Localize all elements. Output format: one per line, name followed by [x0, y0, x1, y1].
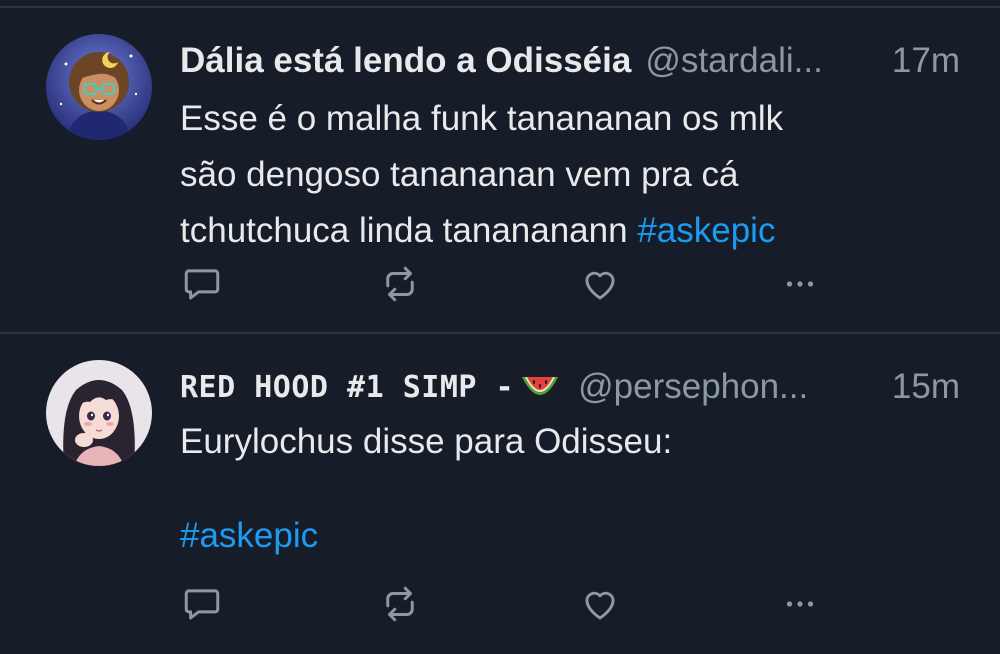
- tweet-actions: [180, 582, 820, 626]
- display-name[interactable]: RED HOOD #1 SIMP -: [180, 370, 514, 405]
- like-button[interactable]: [578, 582, 622, 626]
- display-name[interactable]: Dália está lendo a Odisséia: [180, 41, 631, 81]
- reply-icon: [184, 269, 220, 300]
- reply-button[interactable]: [180, 262, 224, 306]
- tweet[interactable]: Dália está lendo a Odisséia @stardali...…: [0, 8, 1000, 332]
- timestamp[interactable]: 17m: [892, 41, 960, 81]
- tweet-text-line: são dengoso tanananan vem pra cá: [180, 155, 739, 194]
- avatar[interactable]: [46, 360, 152, 466]
- reply-icon: [184, 589, 220, 620]
- retweet-button[interactable]: [378, 582, 422, 626]
- timestamp[interactable]: 15m: [892, 367, 960, 407]
- more-options-button[interactable]: [778, 262, 822, 306]
- more-icon: [786, 601, 814, 607]
- tweet-header: RED HOOD #1 SIMP - @persephon... 15m: [180, 362, 960, 412]
- tweet-header: Dália está lendo a Odisséia @stardali...…: [180, 36, 960, 86]
- more-icon: [786, 281, 814, 287]
- tweet-text: Eurylochus disse para Odisseu:: [180, 422, 673, 461]
- reply-button[interactable]: [180, 582, 224, 626]
- watermelon-icon: [520, 372, 560, 402]
- more-options-button[interactable]: [778, 582, 822, 626]
- tweet-text: Esse é o malha funk tanananan os mlk são…: [180, 91, 950, 259]
- hashtag-link[interactable]: #askepic: [180, 508, 318, 564]
- hashtag-link[interactable]: #askepic: [637, 211, 775, 250]
- retweet-icon: [386, 586, 414, 622]
- user-handle[interactable]: @persephon...: [578, 367, 878, 407]
- retweet-icon: [386, 266, 414, 302]
- like-icon: [585, 591, 615, 620]
- user-handle[interactable]: @stardali...: [645, 41, 878, 81]
- avatar-image: [46, 360, 152, 466]
- tweet-actions: [180, 262, 820, 306]
- tweet-text-line: Esse é o malha funk tanananan os mlk: [180, 99, 784, 138]
- tweet-text-line: tchutchuca linda tanananann: [180, 211, 638, 250]
- retweet-button[interactable]: [378, 262, 422, 306]
- avatar[interactable]: [46, 34, 152, 140]
- like-icon: [585, 271, 615, 300]
- tweet[interactable]: RED HOOD #1 SIMP - @persephon... 15m Eur…: [0, 334, 1000, 654]
- avatar-image: [46, 34, 152, 140]
- like-button[interactable]: [578, 262, 622, 306]
- timeline-feed: Dália está lendo a Odisséia @stardali...…: [0, 0, 1000, 654]
